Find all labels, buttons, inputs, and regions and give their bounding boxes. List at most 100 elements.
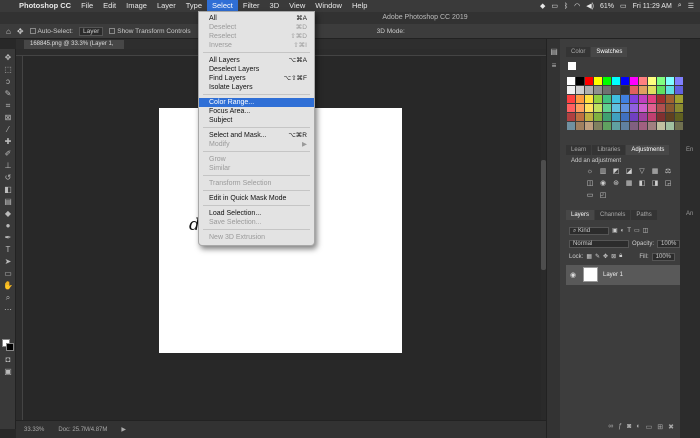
swatch[interactable]	[612, 95, 620, 103]
swatch[interactable]	[630, 104, 638, 112]
swatch[interactable]	[576, 95, 584, 103]
swatch[interactable]	[612, 113, 620, 121]
swatch[interactable]	[648, 122, 656, 130]
swatch[interactable]	[585, 86, 593, 94]
swatch[interactable]	[648, 113, 656, 121]
fill-field[interactable]: 100%	[651, 252, 676, 261]
swatch[interactable]	[612, 122, 620, 130]
swatch[interactable]	[594, 122, 602, 130]
tab-adjustments[interactable]: Adjustments	[626, 145, 670, 155]
eraser-tool-icon[interactable]: ◧	[3, 185, 13, 195]
lock-position-icon[interactable]: ✥	[603, 253, 608, 260]
filter-shape-icon[interactable]: ▭	[634, 227, 640, 234]
lock-all-icon[interactable]: 🔒︎	[619, 253, 622, 260]
swatch[interactable]	[639, 86, 647, 94]
visibility-eye-icon[interactable]: ◉	[570, 271, 576, 279]
swatch[interactable]	[603, 86, 611, 94]
swatch-foreground[interactable]	[568, 62, 576, 70]
shape-tool-icon[interactable]: ▭	[3, 269, 13, 279]
menu-item-focus-area[interactable]: Focus Area...	[199, 107, 314, 116]
zoom-level[interactable]: 33.33%	[24, 427, 44, 433]
clock[interactable]: Fri 11:29 AM	[633, 3, 672, 10]
swatch[interactable]	[585, 113, 593, 121]
status-arrow-icon[interactable]: ▶	[121, 426, 126, 433]
screen-mode-icon[interactable]: ▣	[3, 367, 13, 377]
airplay-icon[interactable]: ▭	[551, 2, 558, 10]
menu-item-new-3d-extrusion[interactable]: New 3D Extrusion	[199, 233, 314, 242]
lock-brush-icon[interactable]: ✎	[595, 253, 600, 260]
menu-item-deselect[interactable]: Deselect ⌘D	[199, 23, 314, 32]
swatch[interactable]	[648, 86, 656, 94]
swatch[interactable]	[639, 104, 647, 112]
swatch[interactable]	[576, 104, 584, 112]
layer-kind-dropdown[interactable]: ⌕ Kind	[569, 226, 609, 235]
photo-filter-icon[interactable]: ◉	[599, 180, 607, 188]
opacity-field[interactable]: 100%	[657, 239, 681, 248]
menu-item-load-selection[interactable]: Load Selection...	[199, 209, 314, 218]
swatch[interactable]	[567, 113, 575, 121]
properties-panel-icon[interactable]: ≡	[549, 61, 559, 71]
invert-icon[interactable]: ◧	[638, 180, 646, 188]
tab-libraries[interactable]: Libraries	[592, 145, 626, 155]
swatch[interactable]	[675, 122, 683, 130]
new-layer-icon[interactable]: ⊞	[657, 423, 663, 435]
posterize-icon[interactable]: ◨	[651, 180, 659, 188]
swatch[interactable]	[666, 77, 674, 85]
lasso-tool-icon[interactable]: ↄ	[3, 77, 13, 87]
tab-swatches[interactable]: Swatches	[591, 47, 628, 57]
move-tool-icon[interactable]: ✥	[3, 53, 13, 63]
swatch[interactable]	[585, 95, 593, 103]
tab-layers[interactable]: Layers	[566, 210, 595, 220]
swatch[interactable]	[576, 77, 584, 85]
swatch[interactable]	[675, 77, 683, 85]
swatch[interactable]	[657, 77, 665, 85]
swatch[interactable]	[567, 77, 575, 85]
swatch[interactable]	[594, 95, 602, 103]
menu-item-inverse[interactable]: Inverse ⇧⌘I	[199, 41, 314, 50]
blend-mode-dropdown[interactable]: Normal	[569, 239, 629, 248]
exposure-icon[interactable]: ◪	[625, 168, 633, 176]
swatch[interactable]	[639, 77, 647, 85]
black-white-icon[interactable]: ◫	[586, 180, 594, 188]
menu-item-select-and-mask[interactable]: Select and Mask... ⌥⌘R	[199, 131, 314, 140]
swatch[interactable]	[675, 86, 683, 94]
path-select-tool-icon[interactable]: ➤	[3, 257, 13, 267]
swatch[interactable]	[630, 122, 638, 130]
menu-window[interactable]: Window	[310, 0, 347, 12]
swatch[interactable]	[594, 77, 602, 85]
swatch[interactable]	[666, 104, 674, 112]
spotlight-icon[interactable]: ⌕	[678, 2, 682, 10]
tab-paths[interactable]: Paths	[631, 210, 657, 220]
swatch[interactable]	[630, 95, 638, 103]
swatch[interactable]	[621, 104, 629, 112]
swatch[interactable]	[603, 113, 611, 121]
wifi-icon[interactable]: ◠	[574, 2, 580, 10]
swatch[interactable]	[567, 86, 575, 94]
menu-help[interactable]: Help	[347, 0, 372, 12]
healing-tool-icon[interactable]: ✚	[3, 137, 13, 147]
quick-select-tool-icon[interactable]: ✎	[3, 89, 13, 99]
swatch[interactable]	[585, 122, 593, 130]
swatch[interactable]	[648, 104, 656, 112]
color-lookup-icon[interactable]: ▦	[625, 180, 633, 188]
menu-item-isolate-layers[interactable]: Isolate Layers	[199, 83, 314, 92]
swatch[interactable]	[621, 122, 629, 130]
filter-adjust-icon[interactable]: ◐	[621, 228, 625, 234]
move-tool-icon[interactable]: ✥	[17, 27, 24, 36]
swatch[interactable]	[666, 95, 674, 103]
swatch[interactable]	[639, 122, 647, 130]
levels-icon[interactable]: ▥	[599, 168, 607, 176]
tab-channels[interactable]: Channels	[595, 210, 631, 220]
more-tools-icon[interactable]: ⋯	[3, 305, 13, 315]
swatch[interactable]	[657, 95, 665, 103]
swatch[interactable]	[621, 86, 629, 94]
auto-select-dropdown[interactable]: Layer	[78, 26, 104, 36]
lock-artboard-icon[interactable]: ⊠	[611, 253, 616, 260]
swatch[interactable]	[567, 122, 575, 130]
menu-layer[interactable]: Layer	[152, 0, 181, 12]
menu-item-all-layers[interactable]: All Layers ⌥⌘A	[199, 56, 314, 65]
filter-type-icon[interactable]: T	[627, 228, 631, 234]
quick-mask-icon[interactable]: ◘	[3, 355, 13, 365]
menu-item-similar[interactable]: Similar	[199, 164, 314, 173]
swatch[interactable]	[585, 77, 593, 85]
